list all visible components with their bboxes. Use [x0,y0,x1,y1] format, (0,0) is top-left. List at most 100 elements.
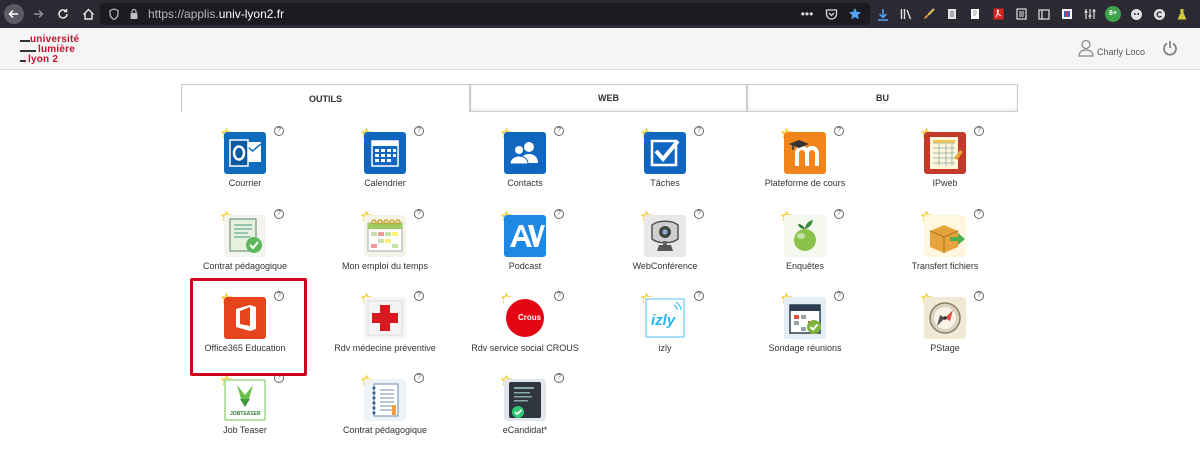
app-tile[interactable]: ? izly izly [604,291,724,357]
home-button[interactable] [77,3,99,25]
app-tile-label: Plateforme de cours [764,178,846,188]
tab-outils[interactable]: OUTILS [181,84,470,112]
app-tile-label: Mon emploi du temps [341,261,429,271]
pocket-icon[interactable] [822,5,840,23]
help-icon[interactable]: ? [834,291,844,301]
ecandidat-icon[interactable] [504,379,546,421]
tab-bu[interactable]: BU [747,84,1018,112]
podcast-icon[interactable] [504,215,546,257]
ghost-icon[interactable] [1127,4,1145,24]
brush-icon[interactable] [920,4,938,24]
help-icon[interactable]: ? [554,209,564,219]
forward-button[interactable] [27,3,49,25]
app-tile[interactable]: ? Crous Rdv service social CROUS [464,291,584,357]
app-tile[interactable]: ? Plateforme de cours [744,126,864,192]
download-icon[interactable] [874,4,892,24]
survey-lime-icon[interactable] [784,215,826,257]
app-tile-label: Transfert fichiers [911,261,979,271]
app-tile[interactable]: ? JOBTEASER Job Teaser [184,373,304,439]
app-tile[interactable]: ? Contrat pédagogique [184,209,304,275]
help-icon[interactable]: ? [834,209,844,219]
app-tile-label: WebConférence [632,261,698,271]
contract-notebook-icon[interactable] [364,379,406,421]
contacts-icon[interactable] [504,132,546,174]
sidebar-icon[interactable] [1035,4,1053,24]
home-icon [82,8,94,20]
help-icon[interactable]: ? [974,291,984,301]
app-tile[interactable]: ? IPweb [884,126,1004,192]
university-logo[interactable]: université lumière lyon 2 [20,34,90,66]
addon-badge-icon[interactable]: 8+ [1104,4,1122,24]
help-icon[interactable]: ? [414,126,424,136]
back-button[interactable] [4,4,24,24]
app-tile-label: Podcast [508,261,542,271]
help-icon[interactable]: ? [694,209,704,219]
app-tile[interactable]: ? Courrier [184,126,304,192]
help-icon[interactable]: ? [974,209,984,219]
app-tile-label: IPweb [932,178,958,188]
help-icon[interactable]: ? [274,209,284,219]
library-icon[interactable] [897,4,915,24]
app-tile[interactable]: ? Rdv médecine préventive [324,291,444,357]
app-tile[interactable]: ? eCandidat* [464,373,584,439]
help-icon[interactable]: ? [974,126,984,136]
help-icon[interactable]: ? [554,373,564,383]
crous-icon[interactable]: Crous [504,297,546,339]
meeting-poll-icon[interactable] [784,297,826,339]
help-icon[interactable]: ? [414,373,424,383]
jobteaser-icon[interactable]: JOBTEASER [224,379,266,421]
app-tile[interactable]: ? Mon emploi du temps [324,209,444,275]
tab-web[interactable]: WEB [470,84,747,112]
app-tile-label: Calendrier [364,178,406,188]
copyright-icon[interactable] [1150,4,1168,24]
lock-icon[interactable] [126,6,142,22]
bookmark-star-icon[interactable] [846,5,864,23]
tasks-icon[interactable] [644,132,686,174]
app-tile[interactable]: ? Podcast [464,209,584,275]
file-transfer-icon[interactable] [924,215,966,257]
app-tile[interactable]: ? Transfert fichiers [884,209,1004,275]
app-tile[interactable]: ? Sondage réunions [744,291,864,357]
help-icon[interactable]: ? [694,126,704,136]
help-icon[interactable]: ? [414,209,424,219]
timetable-icon[interactable] [364,215,406,257]
power-icon[interactable] [1162,40,1178,56]
pdf-icon[interactable] [989,4,1007,24]
user-icon[interactable] [1078,39,1094,57]
app-tile[interactable]: ? Contacts [464,126,584,192]
calendar-icon[interactable] [364,132,406,174]
page-actions-icon[interactable]: ••• [798,5,816,23]
app-tile[interactable]: ? PStage [884,291,1004,357]
document-icon[interactable] [943,4,961,24]
app-tile[interactable]: ? Calendrier [324,126,444,192]
webcam-icon[interactable] [644,215,686,257]
help-icon[interactable]: ? [414,291,424,301]
app-tile[interactable]: ? WebConférence [604,209,724,275]
izly-icon[interactable]: izly [644,297,686,339]
user-name[interactable]: Charly Loco [1097,47,1145,57]
extension-shield-icon[interactable] [1058,4,1076,24]
contract-icon[interactable] [224,215,266,257]
reader-icon[interactable] [1012,4,1030,24]
outlook-icon[interactable] [224,132,266,174]
app-tile[interactable]: ? Contrat pédagogique [324,373,444,439]
help-icon[interactable]: ? [554,126,564,136]
flask-icon[interactable] [1173,4,1191,24]
help-icon[interactable]: ? [274,126,284,136]
medical-cross-icon[interactable] [364,297,406,339]
ipweb-icon[interactable] [924,132,966,174]
shield-icon[interactable] [106,6,122,22]
address-bar[interactable]: https://applis.univ-lyon2.fr ••• [100,3,870,25]
reload-icon [58,9,68,19]
help-icon[interactable]: ? [694,291,704,301]
help-icon[interactable]: ? [834,126,844,136]
app-tile[interactable]: ? Tâches [604,126,724,192]
app-tile[interactable]: ? Enquêtes [744,209,864,275]
notes-icon[interactable] [966,4,984,24]
compass-icon[interactable] [924,297,966,339]
help-icon[interactable]: ? [554,291,564,301]
reload-button[interactable] [52,3,74,25]
moodle-icon[interactable] [784,132,826,174]
equalizer-icon[interactable] [1081,4,1099,24]
icon-text: izly [651,312,676,329]
